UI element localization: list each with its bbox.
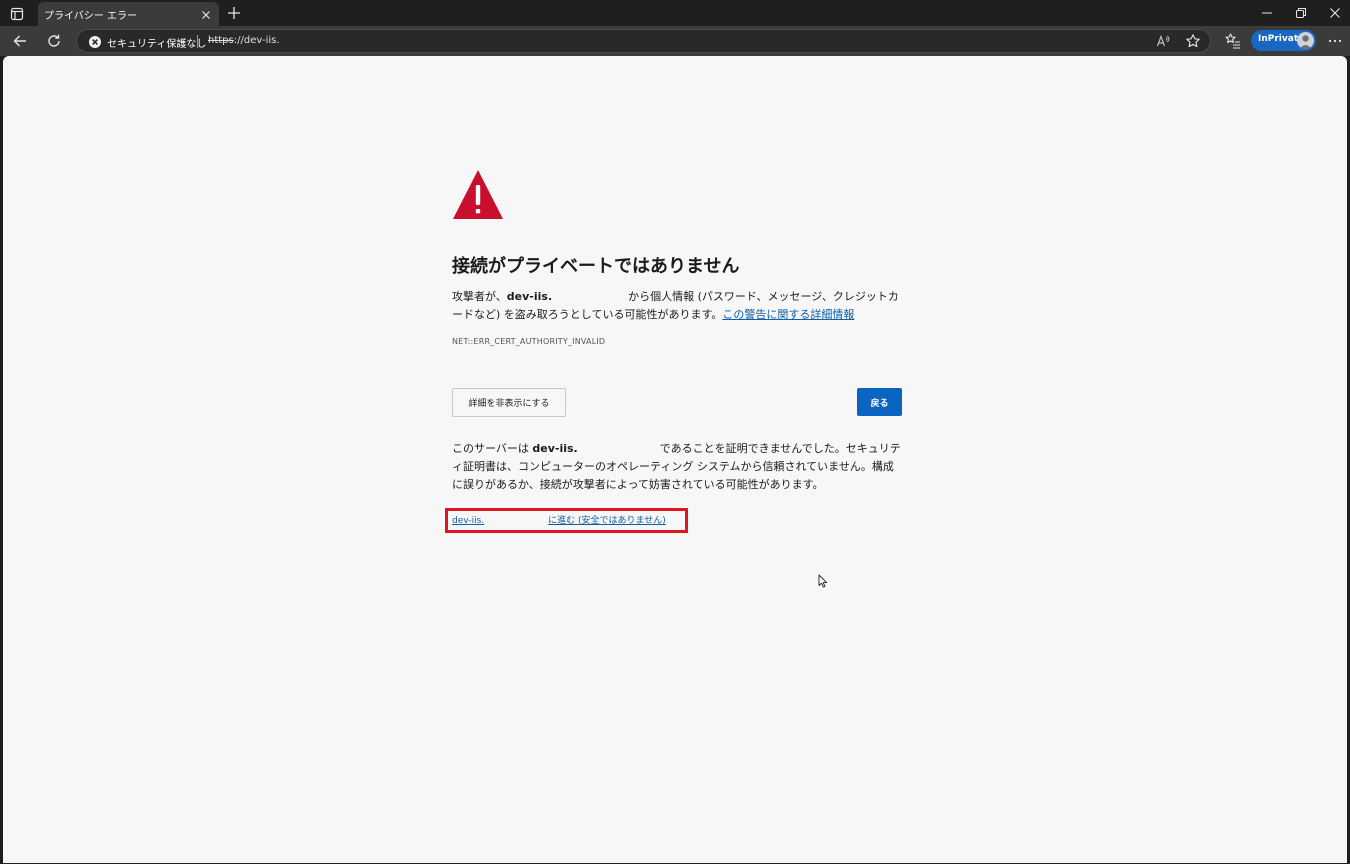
- proceed-host: dev-iis.: [452, 516, 485, 526]
- url-host: ://dev-iis.: [233, 35, 280, 46]
- refresh-icon[interactable]: [44, 31, 64, 51]
- address-bar[interactable]: セキュリティ保護なし https://dev-iis.: [76, 29, 1211, 53]
- cursor-icon: [818, 573, 828, 588]
- back-icon[interactable]: [10, 31, 30, 51]
- close-icon[interactable]: [199, 7, 213, 21]
- hide-details-button[interactable]: 詳細を非表示にする: [452, 388, 566, 417]
- address-divider: [197, 35, 198, 48]
- inprivate-button[interactable]: InPrivate: [1251, 30, 1316, 51]
- page-title: 接続がプライベートではありません: [452, 256, 740, 277]
- error-code: NET::ERR_CERT_AUTHORITY_INVALID: [452, 337, 606, 346]
- not-secure-icon[interactable]: [88, 34, 102, 48]
- proceed-label: に進む (安全ではありません): [548, 516, 666, 526]
- restore-icon[interactable]: [1284, 0, 1318, 26]
- page-content: 接続がプライベートではありません 攻撃者が、dev-iis. から個人情報 (パス…: [3, 56, 1347, 863]
- details-text: このサーバーは dev-iis. であることを証明できませんでした。セキュリティ証…: [452, 440, 904, 494]
- security-status-label[interactable]: セキュリティ保護なし: [107, 35, 206, 50]
- favorite-icon[interactable]: [1183, 31, 1203, 51]
- tab-actions-icon[interactable]: [10, 6, 24, 21]
- avatar: [1297, 32, 1314, 49]
- read-aloud-icon[interactable]: [1153, 31, 1173, 51]
- url-text[interactable]: https://dev-iis.: [208, 35, 280, 46]
- detail-prefix: このサーバーは: [452, 442, 533, 455]
- close-window-icon[interactable]: [1318, 0, 1350, 26]
- learn-more-link[interactable]: この警告に関する詳細情報: [722, 308, 854, 321]
- more-icon[interactable]: [1325, 31, 1345, 51]
- desc-prefix: 攻撃者が、: [452, 290, 507, 303]
- warning-description: 攻撃者が、dev-iis. から個人情報 (パスワード、メッセージ、クレジットカー…: [452, 288, 904, 324]
- warning-icon: [452, 169, 504, 221]
- desc-host: dev-iis.: [506, 290, 553, 303]
- plus-icon[interactable]: [226, 5, 242, 21]
- title-bar: プライバシー エラー: [0, 0, 1350, 26]
- browser-toolbar: セキュリティ保護なし https://dev-iis. InPrivate: [0, 26, 1350, 56]
- url-scheme: https: [208, 35, 234, 46]
- active-tab[interactable]: プライバシー エラー: [38, 2, 219, 26]
- detail-host: dev-iis.: [532, 442, 578, 455]
- back-button[interactable]: 戻る: [857, 388, 902, 416]
- favorites-icon[interactable]: [1223, 31, 1243, 51]
- tab-title: プライバシー エラー: [44, 11, 137, 22]
- minimize-icon[interactable]: [1250, 0, 1284, 26]
- proceed-unsafe-link[interactable]: dev-iis. に進む (安全ではありません): [452, 513, 666, 526]
